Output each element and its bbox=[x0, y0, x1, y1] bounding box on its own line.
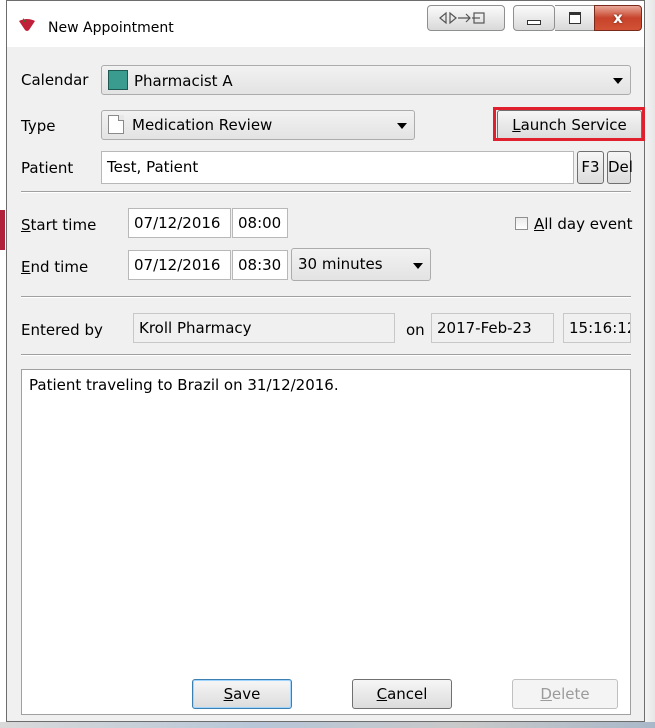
maximize-button[interactable] bbox=[555, 5, 595, 31]
all-day-label[interactable]: All day event bbox=[534, 215, 632, 233]
all-day-checkbox[interactable] bbox=[515, 217, 528, 230]
calendar-value: Pharmacist A bbox=[134, 72, 233, 90]
close-icon: x bbox=[613, 9, 623, 27]
start-time-field[interactable]: 08:00 bbox=[232, 208, 288, 238]
minimize-icon bbox=[527, 19, 541, 25]
duration-value: 30 minutes bbox=[298, 255, 383, 273]
chevron-down-icon bbox=[413, 263, 423, 269]
save-label: ave bbox=[233, 685, 261, 703]
entered-date-field: 2017-Feb-23 bbox=[431, 313, 554, 343]
cancel-label: ancel bbox=[387, 685, 428, 703]
f3-lookup-button[interactable]: F3 bbox=[577, 151, 604, 184]
patient-label: Patient bbox=[21, 159, 74, 177]
close-button[interactable]: x bbox=[594, 5, 642, 31]
launch-service-highlight bbox=[493, 107, 645, 141]
delete-label: elete bbox=[551, 685, 590, 703]
end-time-field[interactable]: 08:30 bbox=[232, 250, 288, 280]
separator bbox=[21, 191, 631, 193]
calendar-select[interactable]: Pharmacist A bbox=[101, 65, 631, 95]
window-extra-controls[interactable] bbox=[427, 5, 505, 31]
end-time-label: End time bbox=[21, 258, 88, 276]
type-value: Medication Review bbox=[132, 116, 273, 134]
calendar-label: Calendar bbox=[21, 71, 89, 89]
calendar-color-icon bbox=[108, 70, 128, 90]
type-select[interactable]: Medication Review bbox=[101, 110, 415, 140]
type-label: Type bbox=[21, 117, 56, 135]
patient-delete-button[interactable]: Del bbox=[607, 151, 633, 184]
desktop-background bbox=[645, 0, 655, 728]
entered-by-field: Kroll Pharmacy bbox=[133, 313, 395, 343]
minimize-button[interactable] bbox=[513, 5, 555, 31]
chevron-down-icon bbox=[397, 123, 407, 129]
app-logo-icon bbox=[19, 18, 35, 31]
end-time-label-text: nd time bbox=[30, 258, 89, 276]
delete-button[interactable]: Delete bbox=[512, 679, 618, 709]
taskbar-edge bbox=[0, 722, 655, 728]
separator bbox=[21, 354, 631, 356]
all-day-mnemonic: A bbox=[534, 215, 545, 233]
new-appointment-window: New Appointment x Calendar Pharmacist A bbox=[6, 0, 645, 722]
pin-arrows-icon bbox=[439, 11, 485, 25]
chevron-down-icon bbox=[613, 78, 623, 84]
entered-by-label: Entered by bbox=[21, 321, 103, 339]
maximize-icon bbox=[568, 12, 581, 24]
notes-textarea[interactable]: Patient traveling to Brazil on 31/12/201… bbox=[21, 369, 631, 715]
separator bbox=[21, 296, 631, 298]
delete-mnemonic: D bbox=[540, 685, 552, 703]
title-bar[interactable]: New Appointment x bbox=[7, 1, 644, 47]
save-button[interactable]: Save bbox=[192, 679, 292, 709]
document-icon bbox=[108, 115, 124, 134]
save-mnemonic: S bbox=[223, 685, 234, 703]
cancel-mnemonic: C bbox=[376, 685, 388, 703]
patient-field[interactable]: Test, Patient bbox=[101, 151, 574, 184]
start-time-mnemonic: S bbox=[21, 216, 31, 234]
entered-time-field: 15:16:12 bbox=[563, 313, 631, 343]
duration-select[interactable]: 30 minutes bbox=[291, 248, 431, 281]
all-day-label-text: ll day event bbox=[544, 215, 633, 233]
appointment-form: Calendar Pharmacist A Type Medication Re… bbox=[21, 51, 645, 715]
desktop-background-mark bbox=[0, 210, 5, 250]
end-date-field[interactable]: 07/12/2016 bbox=[128, 250, 231, 280]
start-date-field[interactable]: 07/12/2016 bbox=[128, 208, 231, 238]
start-time-label-text: tart time bbox=[30, 216, 97, 234]
start-time-label: Start time bbox=[21, 216, 96, 234]
window-title: New Appointment bbox=[48, 20, 174, 36]
cancel-button[interactable]: Cancel bbox=[352, 679, 452, 709]
entered-on-label: on bbox=[406, 321, 425, 339]
